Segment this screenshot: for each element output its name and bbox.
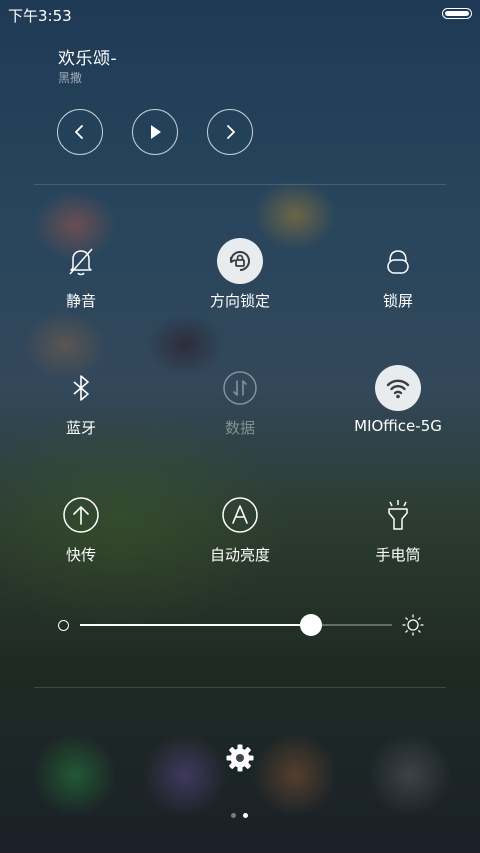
- toggle-bluetooth[interactable]: 蓝牙: [6, 365, 156, 455]
- toggle-rotation-lock[interactable]: 方向锁定: [165, 238, 315, 328]
- page-indicator-dot-active: [243, 813, 248, 818]
- toggle-mute-label: 静音: [65, 292, 96, 310]
- status-clock: 下午3:53: [8, 7, 72, 25]
- page-indicator-dot: [231, 813, 236, 818]
- toggle-rotation-lock-label: 方向锁定: [209, 292, 270, 310]
- flashlight-icon: [375, 492, 421, 538]
- toggle-lock-screen-label: 锁屏: [382, 292, 413, 310]
- toggle-data-label: 数据: [224, 419, 255, 437]
- toggle-mute[interactable]: 静音: [6, 238, 156, 328]
- battery-icon: [442, 8, 472, 19]
- toggle-data[interactable]: 数据: [165, 365, 315, 455]
- brightness-low-icon: [58, 620, 69, 631]
- brightness-slider[interactable]: [80, 614, 392, 636]
- bluetooth-icon: [58, 365, 104, 411]
- toggle-bluetooth-label: 蓝牙: [65, 419, 96, 437]
- brightness-high-icon: [402, 614, 424, 636]
- settings-gear-icon[interactable]: [225, 743, 255, 773]
- next-button[interactable]: [207, 109, 253, 155]
- song-artist: 黑撒: [58, 71, 83, 85]
- divider: [34, 184, 446, 185]
- data-icon: [217, 365, 263, 411]
- chevron-right-icon: [227, 125, 235, 139]
- play-button[interactable]: [132, 109, 178, 155]
- upload-icon: [58, 492, 104, 538]
- previous-button[interactable]: [57, 109, 103, 155]
- toggle-flashlight[interactable]: 手电筒: [323, 492, 473, 582]
- toggle-auto-brightness-label: 自动亮度: [209, 546, 270, 564]
- play-icon: [151, 125, 161, 139]
- toggle-quick-transfer-label: 快传: [65, 546, 96, 564]
- status-bar: 下午3:53: [0, 0, 480, 28]
- toggle-quick-transfer[interactable]: 快传: [6, 492, 156, 582]
- toggle-flashlight-label: 手电筒: [375, 546, 421, 564]
- toggle-wifi-label: MIOffice-5G: [354, 417, 442, 435]
- chevron-left-icon: [75, 125, 83, 139]
- brightness-slider-fill: [80, 624, 311, 626]
- brightness-slider-thumb[interactable]: [299, 614, 322, 636]
- song-title: 欢乐颂-: [58, 49, 118, 69]
- toggle-wifi[interactable]: MIOffice-5G: [323, 365, 473, 455]
- divider: [34, 687, 446, 688]
- lock-icon: [375, 238, 421, 284]
- wifi-icon: [375, 365, 421, 411]
- toggle-auto-brightness[interactable]: 自动亮度: [165, 492, 315, 582]
- rotation-lock-icon: [217, 238, 263, 284]
- auto-brightness-icon: [217, 492, 263, 538]
- toggle-lock-screen[interactable]: 锁屏: [323, 238, 473, 328]
- bell-off-icon: [58, 238, 104, 284]
